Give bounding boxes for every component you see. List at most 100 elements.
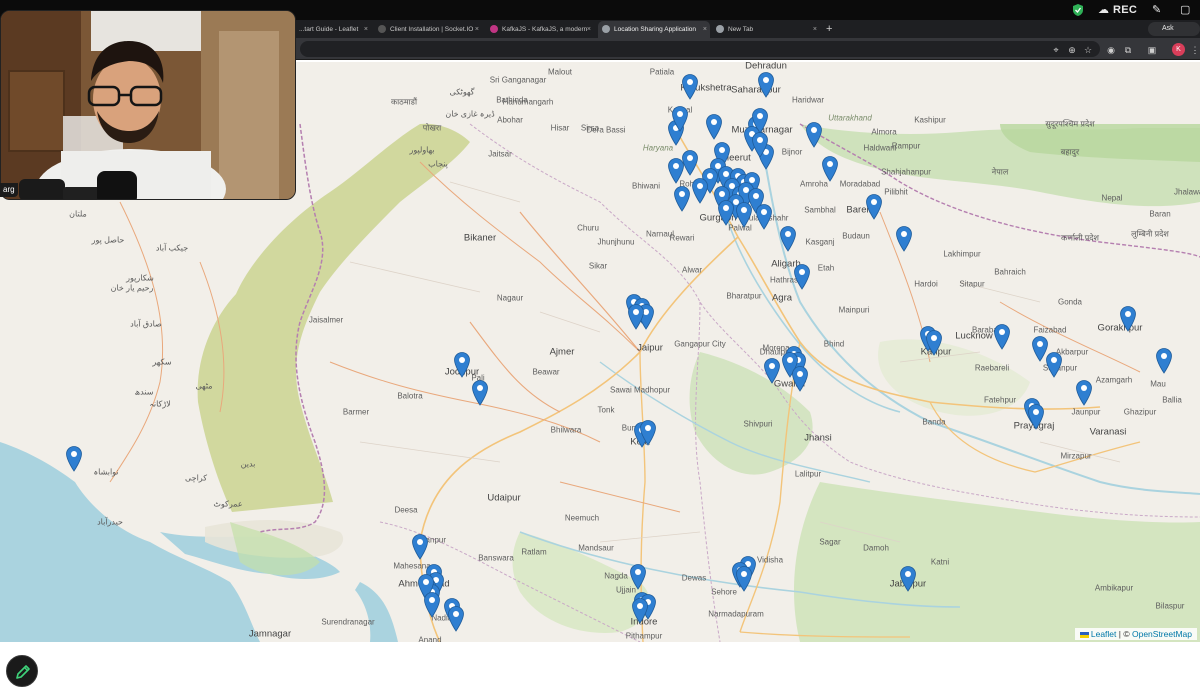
place-label: رحیم یار خان bbox=[110, 283, 154, 293]
leaflet-link[interactable]: Leaflet bbox=[1091, 629, 1117, 639]
location-marker-icon[interactable] bbox=[471, 379, 489, 406]
location-marker-icon[interactable] bbox=[639, 419, 657, 446]
pen-icon[interactable]: ✎ bbox=[1152, 0, 1161, 20]
place-label: ڈیرہ غازی خان bbox=[445, 109, 495, 119]
location-marker-icon[interactable] bbox=[631, 597, 649, 624]
sidepanel-icon[interactable]: ▣ bbox=[1146, 44, 1158, 56]
location-marker-icon[interactable] bbox=[763, 357, 781, 384]
place-label: Haridwar bbox=[791, 95, 825, 105]
presenter-video-frame bbox=[1, 11, 295, 199]
location-marker-icon[interactable] bbox=[705, 113, 723, 140]
place-label: Damoh bbox=[863, 543, 889, 553]
location-marker-icon[interactable] bbox=[681, 149, 699, 176]
place-label: سندھ bbox=[134, 387, 154, 397]
location-marker-icon[interactable] bbox=[751, 131, 769, 158]
tab-leaflet-guide[interactable]: ...tart Guide - Leaflet × bbox=[283, 21, 371, 38]
location-marker-icon[interactable] bbox=[1155, 347, 1173, 374]
map-attribution: Leaflet | © OpenStreetMap bbox=[1074, 628, 1197, 640]
chrome-favicon-icon bbox=[716, 25, 724, 33]
location-icon[interactable]: ⌖ bbox=[1050, 44, 1062, 56]
location-marker-icon[interactable] bbox=[411, 533, 429, 560]
location-marker-icon[interactable] bbox=[629, 563, 647, 590]
ask-gemini-button[interactable]: Ask Gemini bbox=[1148, 22, 1200, 46]
location-marker-icon[interactable] bbox=[865, 193, 883, 220]
location-marker-icon[interactable] bbox=[755, 203, 773, 230]
recording-label[interactable]: REC bbox=[1113, 0, 1137, 20]
place-label: Sagar bbox=[819, 537, 841, 547]
place-label: Gonda bbox=[1057, 297, 1083, 307]
puzzle-icon[interactable]: ⧉ bbox=[1122, 44, 1134, 56]
place-label: Baran bbox=[1149, 209, 1171, 219]
place-label: Kasganj bbox=[805, 237, 835, 247]
place-label: नेपाल bbox=[991, 167, 1009, 177]
tab-location-sharing[interactable]: Location Sharing Application × bbox=[598, 21, 710, 38]
location-marker-icon[interactable] bbox=[895, 225, 913, 252]
location-marker-icon[interactable] bbox=[1045, 351, 1063, 378]
place-label: Mainpuri bbox=[838, 305, 870, 315]
tab-socketio[interactable]: Client Installation | Socket.IO × bbox=[374, 21, 482, 38]
place-label: ملتان bbox=[69, 209, 87, 219]
location-marker-icon[interactable] bbox=[681, 73, 699, 100]
location-marker-icon[interactable] bbox=[447, 605, 465, 632]
place-label: سکھر bbox=[152, 357, 172, 367]
location-marker-icon[interactable] bbox=[423, 591, 441, 618]
location-marker-icon[interactable] bbox=[899, 565, 917, 592]
close-icon[interactable]: × bbox=[364, 21, 368, 38]
tab-new-tab[interactable]: New Tab × bbox=[712, 21, 820, 38]
place-label: Jhunjhunu bbox=[597, 237, 635, 247]
close-icon[interactable]: × bbox=[587, 21, 591, 38]
place-label: Etah bbox=[817, 263, 835, 273]
close-icon[interactable]: × bbox=[703, 21, 707, 38]
location-marker-icon[interactable] bbox=[65, 445, 83, 472]
location-marker-icon[interactable] bbox=[735, 565, 753, 592]
window-icon[interactable]: ▢ bbox=[1180, 0, 1190, 20]
location-marker-icon[interactable] bbox=[925, 329, 943, 356]
shield-check-icon[interactable] bbox=[1071, 0, 1085, 20]
new-tab-button[interactable]: + bbox=[826, 20, 832, 38]
tab-label: ...tart Guide - Leaflet bbox=[299, 26, 359, 33]
close-icon[interactable]: × bbox=[813, 21, 817, 38]
profile-avatar[interactable]: K bbox=[1172, 43, 1185, 56]
place-label: Ghazipur bbox=[1123, 407, 1157, 417]
bookmark-star-icon[interactable]: ☆ bbox=[1082, 44, 1094, 56]
location-marker-icon[interactable] bbox=[779, 225, 797, 252]
location-marker-icon[interactable] bbox=[673, 185, 691, 212]
location-marker-icon[interactable] bbox=[1119, 305, 1137, 332]
location-marker-icon[interactable] bbox=[671, 105, 689, 132]
close-icon[interactable]: × bbox=[475, 21, 479, 38]
location-marker-icon[interactable] bbox=[735, 201, 753, 228]
location-marker-icon[interactable] bbox=[757, 71, 775, 98]
place-label: Mau bbox=[1150, 379, 1166, 389]
place-label: पोखरा bbox=[422, 123, 442, 133]
location-marker-icon[interactable] bbox=[1027, 403, 1045, 430]
place-label: Ballia bbox=[1162, 395, 1182, 405]
location-marker-icon[interactable] bbox=[821, 155, 839, 182]
place-label: Nagaur bbox=[496, 293, 524, 303]
place-label: Dewas bbox=[681, 573, 707, 583]
ukraine-flag-icon bbox=[1079, 631, 1089, 638]
location-marker-icon[interactable] bbox=[805, 121, 823, 148]
location-marker-icon[interactable] bbox=[691, 177, 709, 204]
place-label: Hardoi bbox=[914, 279, 938, 289]
place-label: Ajmer bbox=[549, 346, 575, 358]
place-label: Fatehpur bbox=[983, 395, 1017, 405]
location-marker-icon[interactable] bbox=[453, 351, 471, 378]
place-label: حیدرآباد bbox=[97, 517, 123, 527]
place-label: Banda bbox=[922, 417, 946, 427]
place-label: Shahjahanpur bbox=[881, 167, 931, 177]
address-bar[interactable] bbox=[300, 41, 1100, 57]
place-label: Jhalawar bbox=[1173, 187, 1200, 197]
location-marker-icon[interactable] bbox=[717, 199, 735, 226]
location-marker-icon[interactable] bbox=[627, 303, 645, 330]
location-marker-icon[interactable] bbox=[793, 263, 811, 290]
more-menu-icon[interactable]: ⋮ bbox=[1189, 44, 1200, 56]
openstreetmap-link[interactable]: OpenStreetMap bbox=[1132, 629, 1192, 639]
location-marker-icon[interactable] bbox=[1075, 379, 1093, 406]
place-label: Agra bbox=[771, 292, 793, 304]
zoom-icon[interactable]: ⊕ bbox=[1066, 44, 1078, 56]
location-marker-icon[interactable] bbox=[993, 323, 1011, 350]
tab-kafkajs[interactable]: KafkaJS - KafkaJS, a modern × bbox=[486, 21, 594, 38]
extension-icon[interactable]: ◉ bbox=[1105, 44, 1117, 56]
location-marker-icon[interactable] bbox=[791, 365, 809, 392]
annotation-pencil-button[interactable] bbox=[6, 655, 38, 687]
